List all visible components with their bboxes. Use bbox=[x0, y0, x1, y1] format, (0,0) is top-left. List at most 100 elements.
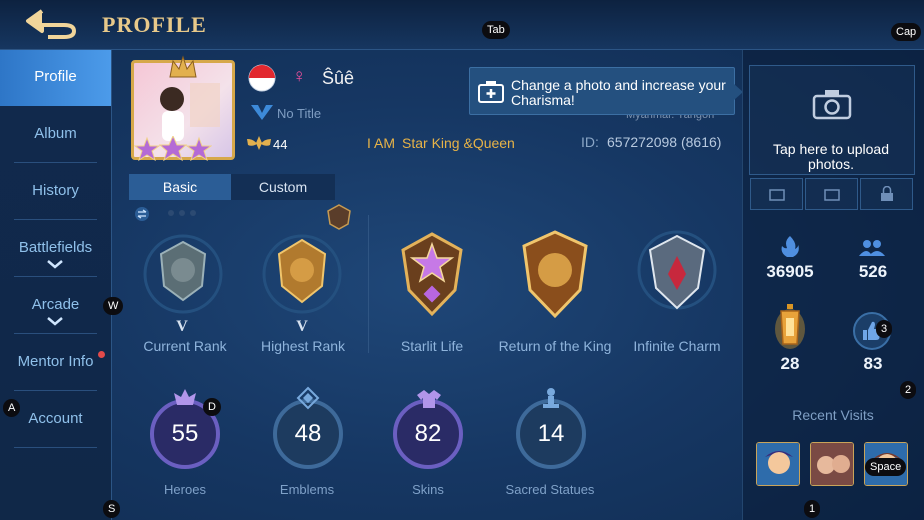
divider bbox=[14, 447, 97, 448]
chevron-down-icon bbox=[47, 260, 63, 269]
keyhint-1: 1 bbox=[804, 500, 821, 518]
top-bar: PROFILE bbox=[0, 0, 924, 50]
divider bbox=[14, 162, 97, 163]
divider bbox=[368, 215, 369, 353]
popularity-count: 36905 bbox=[766, 262, 814, 281]
divider bbox=[14, 333, 97, 334]
motto-prefix: I AM bbox=[367, 135, 396, 151]
id-label: ID: bbox=[581, 134, 599, 150]
keyhint-cap: Cap bbox=[891, 23, 922, 41]
lock-icon bbox=[881, 186, 893, 201]
tab-custom[interactable]: Custom bbox=[231, 174, 335, 200]
sidebar-item-arcade[interactable]: Arcade bbox=[0, 278, 111, 334]
recent-visitor-avatar-2[interactable] bbox=[810, 442, 854, 486]
keyhint-s: S bbox=[103, 500, 121, 518]
popularity-fire-icon bbox=[781, 236, 799, 257]
photo-slot-icon bbox=[769, 189, 785, 201]
current-rank-tier: V bbox=[176, 318, 188, 335]
player-title: No Title bbox=[277, 106, 322, 121]
sidebar-item-label: Mentor Info bbox=[17, 353, 94, 370]
sidebar-item-label: History bbox=[32, 182, 79, 199]
charisma-count: 28 bbox=[780, 354, 800, 373]
highest-rank-icon[interactable] bbox=[261, 228, 343, 320]
upload-photo-text: Tap here to upload photos. bbox=[773, 141, 889, 172]
photo-slot-3[interactable] bbox=[860, 178, 913, 210]
emblems-label: Emblems bbox=[279, 482, 335, 497]
divider bbox=[14, 390, 97, 391]
crown-icon bbox=[169, 55, 197, 78]
return-of-the-king-icon[interactable] bbox=[514, 228, 596, 320]
flag-icon bbox=[248, 64, 276, 92]
divider bbox=[14, 219, 97, 220]
sidebar-item-label: Album bbox=[34, 125, 77, 142]
back-arrow-icon bbox=[26, 9, 76, 39]
change-photo-tooltip[interactable]: Change a photo and increase your Charism… bbox=[469, 67, 743, 115]
notification-dot bbox=[98, 351, 105, 358]
starlit-life-icon[interactable] bbox=[391, 228, 473, 320]
change-photo-icon bbox=[478, 81, 504, 103]
heroes-icon bbox=[174, 389, 196, 405]
recent-visitor-avatar-1[interactable] bbox=[756, 442, 800, 486]
page-indicator-dots bbox=[168, 210, 196, 216]
keyhint-w: W bbox=[103, 297, 124, 315]
back-button[interactable] bbox=[22, 8, 80, 40]
emblems-count: 48 bbox=[294, 420, 322, 447]
sidebar-item-label: Arcade bbox=[31, 296, 80, 313]
sacred-statues-count: 14 bbox=[537, 420, 565, 447]
level-wings-icon bbox=[247, 136, 271, 150]
visitor-avatar-image bbox=[811, 443, 853, 485]
sidebar-item-label: Battlefields bbox=[18, 239, 93, 256]
sidebar-item-album[interactable]: Album bbox=[0, 107, 111, 163]
visitor-avatar-image bbox=[757, 443, 799, 485]
profile-name: Ŝûê bbox=[322, 68, 355, 88]
sidebar-item-history[interactable]: History bbox=[0, 164, 111, 220]
heroes-count: 55 bbox=[171, 420, 199, 447]
sidebar-item-battlefields[interactable]: Battlefields bbox=[0, 221, 111, 277]
current-rank-icon[interactable] bbox=[142, 228, 224, 320]
highest-rank-label: Highest Rank bbox=[260, 338, 346, 354]
keyhint-d: D bbox=[203, 398, 221, 416]
gender-icon: ♀ bbox=[292, 66, 307, 87]
tab-bar: Basic Custom bbox=[129, 174, 335, 200]
photo-slot-2[interactable] bbox=[805, 178, 858, 210]
keyhint-2: 2 bbox=[900, 381, 917, 399]
charisma-lantern-icon[interactable] bbox=[775, 302, 805, 352]
followers-count: 526 bbox=[858, 262, 888, 281]
photo-slot-1[interactable] bbox=[750, 178, 803, 210]
player-level: 44 bbox=[273, 137, 288, 152]
divider bbox=[14, 276, 97, 277]
sidebar-item-label: Profile bbox=[34, 68, 77, 85]
followers-icon bbox=[859, 240, 885, 256]
camera-icon bbox=[812, 90, 852, 120]
starlit-life-label: Starlit Life bbox=[400, 338, 464, 354]
chevron-down-icon bbox=[47, 317, 63, 326]
star-badges-icon bbox=[134, 136, 212, 162]
keyhint-space: Space bbox=[865, 458, 907, 476]
keyhint-tab: Tab bbox=[482, 21, 510, 39]
player-id: 657272098 (8616) bbox=[607, 134, 722, 150]
infinite-charm-label: Infinite Charm bbox=[633, 338, 721, 354]
highest-rank-tier: V bbox=[296, 318, 308, 335]
photo-slot-icon bbox=[824, 189, 840, 201]
emblems-icon bbox=[296, 386, 320, 410]
tooltip-text: Change a photo and increase your Charism… bbox=[511, 77, 726, 108]
skins-label: Skins bbox=[412, 482, 444, 497]
infinite-charm-icon[interactable] bbox=[636, 228, 718, 320]
title-badge-icon bbox=[251, 105, 273, 120]
return-of-the-king-label: Return of the King bbox=[498, 338, 612, 354]
likes-count: 83 bbox=[863, 354, 883, 373]
recent-visits-label: Recent Visits bbox=[792, 407, 874, 423]
sidebar-item-profile[interactable]: Profile bbox=[0, 50, 111, 106]
keyhint-3: 3 bbox=[876, 320, 893, 338]
sacred-statues-label: Sacred Statues bbox=[505, 482, 595, 497]
swap-icon[interactable] bbox=[134, 207, 150, 221]
heroes-label: Heroes bbox=[164, 482, 206, 497]
page-title: PROFILE bbox=[102, 12, 207, 37]
skins-count: 82 bbox=[414, 420, 442, 447]
sidebar-item-mentor-info[interactable]: Mentor Info bbox=[0, 335, 111, 391]
player-motto: Star King &Queen bbox=[402, 135, 515, 151]
sacred-statues-icon bbox=[543, 388, 559, 408]
skins-icon bbox=[417, 390, 441, 408]
rank-emblem-small-icon bbox=[327, 204, 351, 230]
tab-basic[interactable]: Basic bbox=[129, 174, 231, 200]
